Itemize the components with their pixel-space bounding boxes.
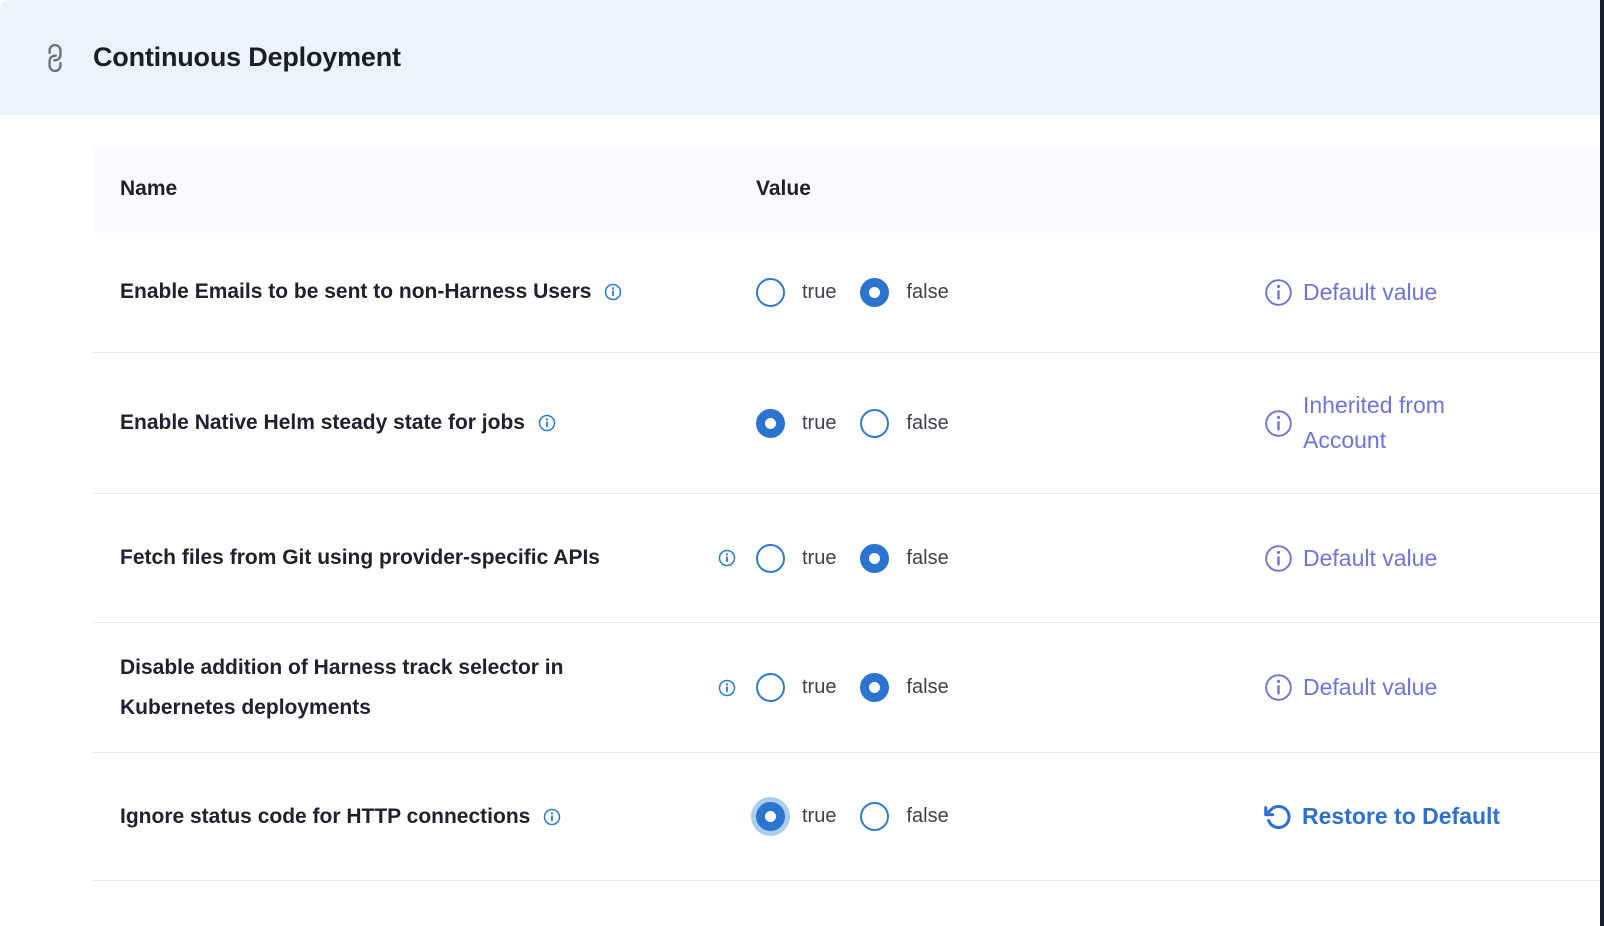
- info-icon[interactable]: [718, 679, 736, 697]
- radio-true-label[interactable]: true: [802, 676, 836, 699]
- setting-value-cell: true false: [756, 278, 1264, 307]
- status-label: Default value: [1303, 670, 1437, 705]
- radio-true[interactable]: [756, 278, 785, 307]
- status-label[interactable]: Restore to Default: [1302, 799, 1500, 834]
- status-label: Default value: [1303, 541, 1437, 576]
- setting-status-cell: Inherited from Account: [1264, 388, 1600, 458]
- table-row: Enable Emails to be sent to non-Harness …: [93, 232, 1600, 353]
- setting-name-cell: Enable Emails to be sent to non-Harness …: [93, 272, 756, 312]
- setting-name-cell: Enable Native Helm steady state for jobs: [93, 403, 756, 443]
- radio-false-label[interactable]: false: [906, 412, 948, 435]
- setting-value-cell: true false: [756, 802, 1264, 831]
- info-icon[interactable]: [1264, 544, 1293, 573]
- restore-icon[interactable]: [1264, 803, 1292, 831]
- radio-false-label[interactable]: false: [906, 805, 948, 828]
- info-icon[interactable]: [1264, 409, 1293, 438]
- section-header: Continuous Deployment: [0, 0, 1600, 115]
- info-icon[interactable]: [1264, 673, 1293, 702]
- info-icon[interactable]: [1264, 278, 1293, 307]
- radio-true[interactable]: [756, 544, 785, 573]
- info-icon[interactable]: [718, 549, 736, 567]
- status-label: Default value: [1303, 275, 1437, 310]
- setting-value-cell: true false: [756, 544, 1264, 573]
- setting-status-cell: Default value: [1264, 541, 1600, 576]
- setting-name-cell: Fetch files from Git using provider-spec…: [93, 538, 756, 578]
- settings-table: Name Value Enable Emails to be sent to n…: [93, 146, 1600, 881]
- column-header-name: Name: [93, 177, 756, 201]
- info-icon[interactable]: [538, 414, 556, 432]
- setting-label: Disable addition of Harness track select…: [120, 648, 642, 728]
- radio-true-label[interactable]: true: [802, 281, 836, 304]
- radio-true[interactable]: [756, 802, 785, 831]
- radio-false[interactable]: [860, 544, 889, 573]
- radio-false-label[interactable]: false: [906, 281, 948, 304]
- table-header-row: Name Value: [93, 146, 1600, 232]
- radio-false-label[interactable]: false: [906, 676, 948, 699]
- radio-true-label[interactable]: true: [802, 547, 836, 570]
- setting-name-cell: Disable addition of Harness track select…: [93, 648, 756, 728]
- setting-status-cell: Default value: [1264, 670, 1600, 705]
- page-title: Continuous Deployment: [93, 42, 401, 73]
- radio-false-label[interactable]: false: [906, 547, 948, 570]
- setting-status-cell: Default value: [1264, 275, 1600, 310]
- table-body: Enable Emails to be sent to non-Harness …: [93, 232, 1600, 881]
- radio-true[interactable]: [756, 673, 785, 702]
- radio-false[interactable]: [860, 673, 889, 702]
- setting-label: Ignore status code for HTTP connections: [120, 797, 530, 837]
- setting-value-cell: true false: [756, 409, 1264, 438]
- table-row: Fetch files from Git using provider-spec…: [93, 494, 1600, 623]
- table-row: Ignore status code for HTTP connections …: [93, 753, 1600, 881]
- restore-to-default-button[interactable]: Restore to Default: [1264, 799, 1600, 834]
- setting-label: Fetch files from Git using provider-spec…: [120, 538, 600, 578]
- table-row: Disable addition of Harness track select…: [93, 623, 1600, 753]
- radio-true[interactable]: [756, 409, 785, 438]
- status-label: Inherited from Account: [1303, 388, 1488, 458]
- radio-false[interactable]: [860, 802, 889, 831]
- radio-false[interactable]: [860, 278, 889, 307]
- table-row: Enable Native Helm steady state for jobs…: [93, 353, 1600, 494]
- setting-name-cell: Ignore status code for HTTP connections: [93, 797, 756, 837]
- info-icon[interactable]: [604, 283, 622, 301]
- link-icon[interactable]: [37, 39, 74, 76]
- window-edge: [1600, 0, 1604, 926]
- radio-true-label[interactable]: true: [802, 412, 836, 435]
- info-icon[interactable]: [543, 808, 561, 826]
- radio-true-label[interactable]: true: [802, 805, 836, 828]
- setting-label: Enable Native Helm steady state for jobs: [120, 403, 525, 443]
- setting-value-cell: true false: [756, 673, 1264, 702]
- settings-page: Continuous Deployment Name Value Enable …: [0, 0, 1604, 926]
- column-header-value: Value: [756, 177, 1264, 201]
- radio-false[interactable]: [860, 409, 889, 438]
- setting-label: Enable Emails to be sent to non-Harness …: [120, 272, 591, 312]
